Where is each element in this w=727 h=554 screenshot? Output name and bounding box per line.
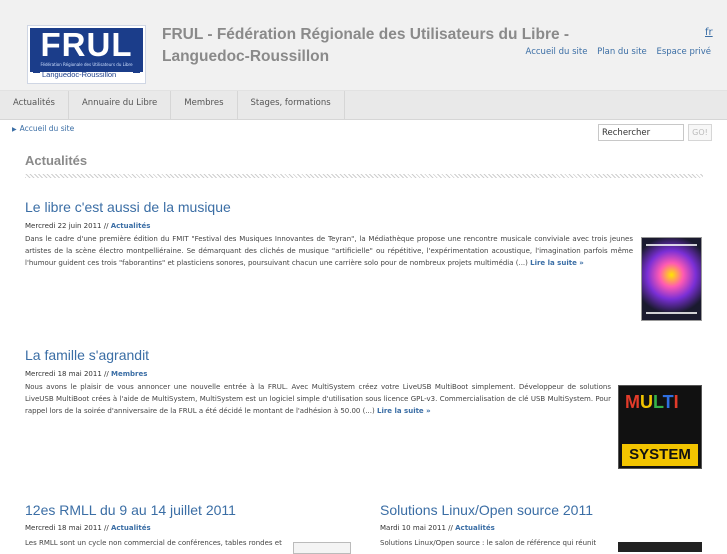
article-excerpt: Les RMLL sont un cycle non commercial de… [25,537,287,549]
read-more-link[interactable]: Lire la suite » [530,259,584,267]
article-meta: Mardi 10 mai 2011 // Actualités [380,524,495,532]
article-category-link[interactable]: Membres [111,370,147,378]
article-excerpt: Dans le cadre d'une première édition du … [25,233,633,269]
article-category-link[interactable]: Actualités [111,222,151,230]
article-excerpt-text: Nous avons le plaisir de vous annoncer u… [25,383,611,415]
site-header: FRUL Fédération Régionale des Utilisateu… [0,0,727,91]
section-title: Actualités [25,153,88,168]
logo-region: Languedoc-Roussillon [42,70,117,79]
article-date: Mercredi 22 juin 2011 [25,222,102,230]
system-label: SYSTEM [622,444,698,466]
language-link[interactable]: fr [705,27,713,38]
article-category-link[interactable]: Actualités [111,524,151,532]
breadcrumb-home-link[interactable]: Accueil du site [20,124,75,133]
poster-stripe [646,312,697,314]
logo-subtitle: Fédération Régionale des Utilisateurs du… [40,62,133,67]
breadcrumb-arrow-icon: ▶ [12,126,17,133]
frul-logo[interactable]: FRUL Fédération Régionale des Utilisateu… [27,25,146,84]
tab-membres[interactable]: Membres [171,91,238,119]
meta-separator: // [104,370,109,378]
article-thumbnail-festival-poster[interactable] [641,237,702,321]
main-nav: Actualités Annuaire du Libre Membres Sta… [0,91,727,120]
article-thumbnail[interactable] [618,542,702,552]
article-excerpt: Nous avons le plaisir de vous annoncer u… [25,381,611,417]
article-excerpt: Solutions Linux/Open source : le salon d… [380,537,612,549]
meta-separator: // [104,524,109,532]
article-title[interactable]: Solutions Linux/Open source 2011 [380,502,593,518]
article-meta: Mercredi 22 juin 2011 // Actualités [25,222,150,230]
site-title: FRUL - Fédération Régionale des Utilisat… [162,26,570,65]
article-excerpt-text: Solutions Linux/Open source : le salon d… [380,539,597,547]
breadcrumb: ▶ Accueil du site [12,124,74,133]
section-divider [25,174,703,178]
logo-box: FRUL Fédération Régionale des Utilisateu… [30,26,143,73]
search-button[interactable]: GO! [688,124,712,141]
poster-stripe [646,244,697,246]
article-date: Mercredi 18 mai 2011 [25,370,102,378]
meta-separator: // [103,222,109,230]
article-excerpt-text: Les RMLL sont un cycle non commercial de… [25,539,282,547]
multi-word: MULTI [625,392,679,412]
article-date: Mardi 10 mai 2011 [380,524,446,532]
article-thumbnail[interactable] [293,542,351,554]
article-title[interactable]: 12es RMLL du 9 au 14 juillet 2011 [25,502,236,518]
tab-actualites[interactable]: Actualités [0,91,69,119]
logo-brand: FRUL [40,26,133,63]
article-meta: Mercredi 18 mai 2011 // Actualités [25,524,151,532]
tab-annuaire[interactable]: Annuaire du Libre [69,91,172,119]
article-date: Mercredi 18 mai 2011 [25,524,102,532]
top-link-sitemap[interactable]: Plan du site [597,47,647,57]
search-input[interactable] [598,124,684,141]
top-link-home[interactable]: Accueil du site [526,47,588,57]
top-links: Accueil du site Plan du site Espace priv… [519,47,711,57]
article-category-link[interactable]: Actualités [455,524,495,532]
read-more-link[interactable]: Lire la suite » [377,407,431,415]
tab-stages-formations[interactable]: Stages, formations [238,91,345,119]
meta-separator: // [448,524,453,532]
article-thumbnail-multisystem-logo[interactable]: MULTI SYSTEM [618,385,702,469]
article-title[interactable]: La famille s'agrandit [25,347,149,363]
article-meta: Mercredi 18 mai 2011 // Membres [25,370,147,378]
top-link-private-area[interactable]: Espace privé [656,47,711,57]
article-title[interactable]: Le libre c'est aussi de la musique [25,199,231,215]
